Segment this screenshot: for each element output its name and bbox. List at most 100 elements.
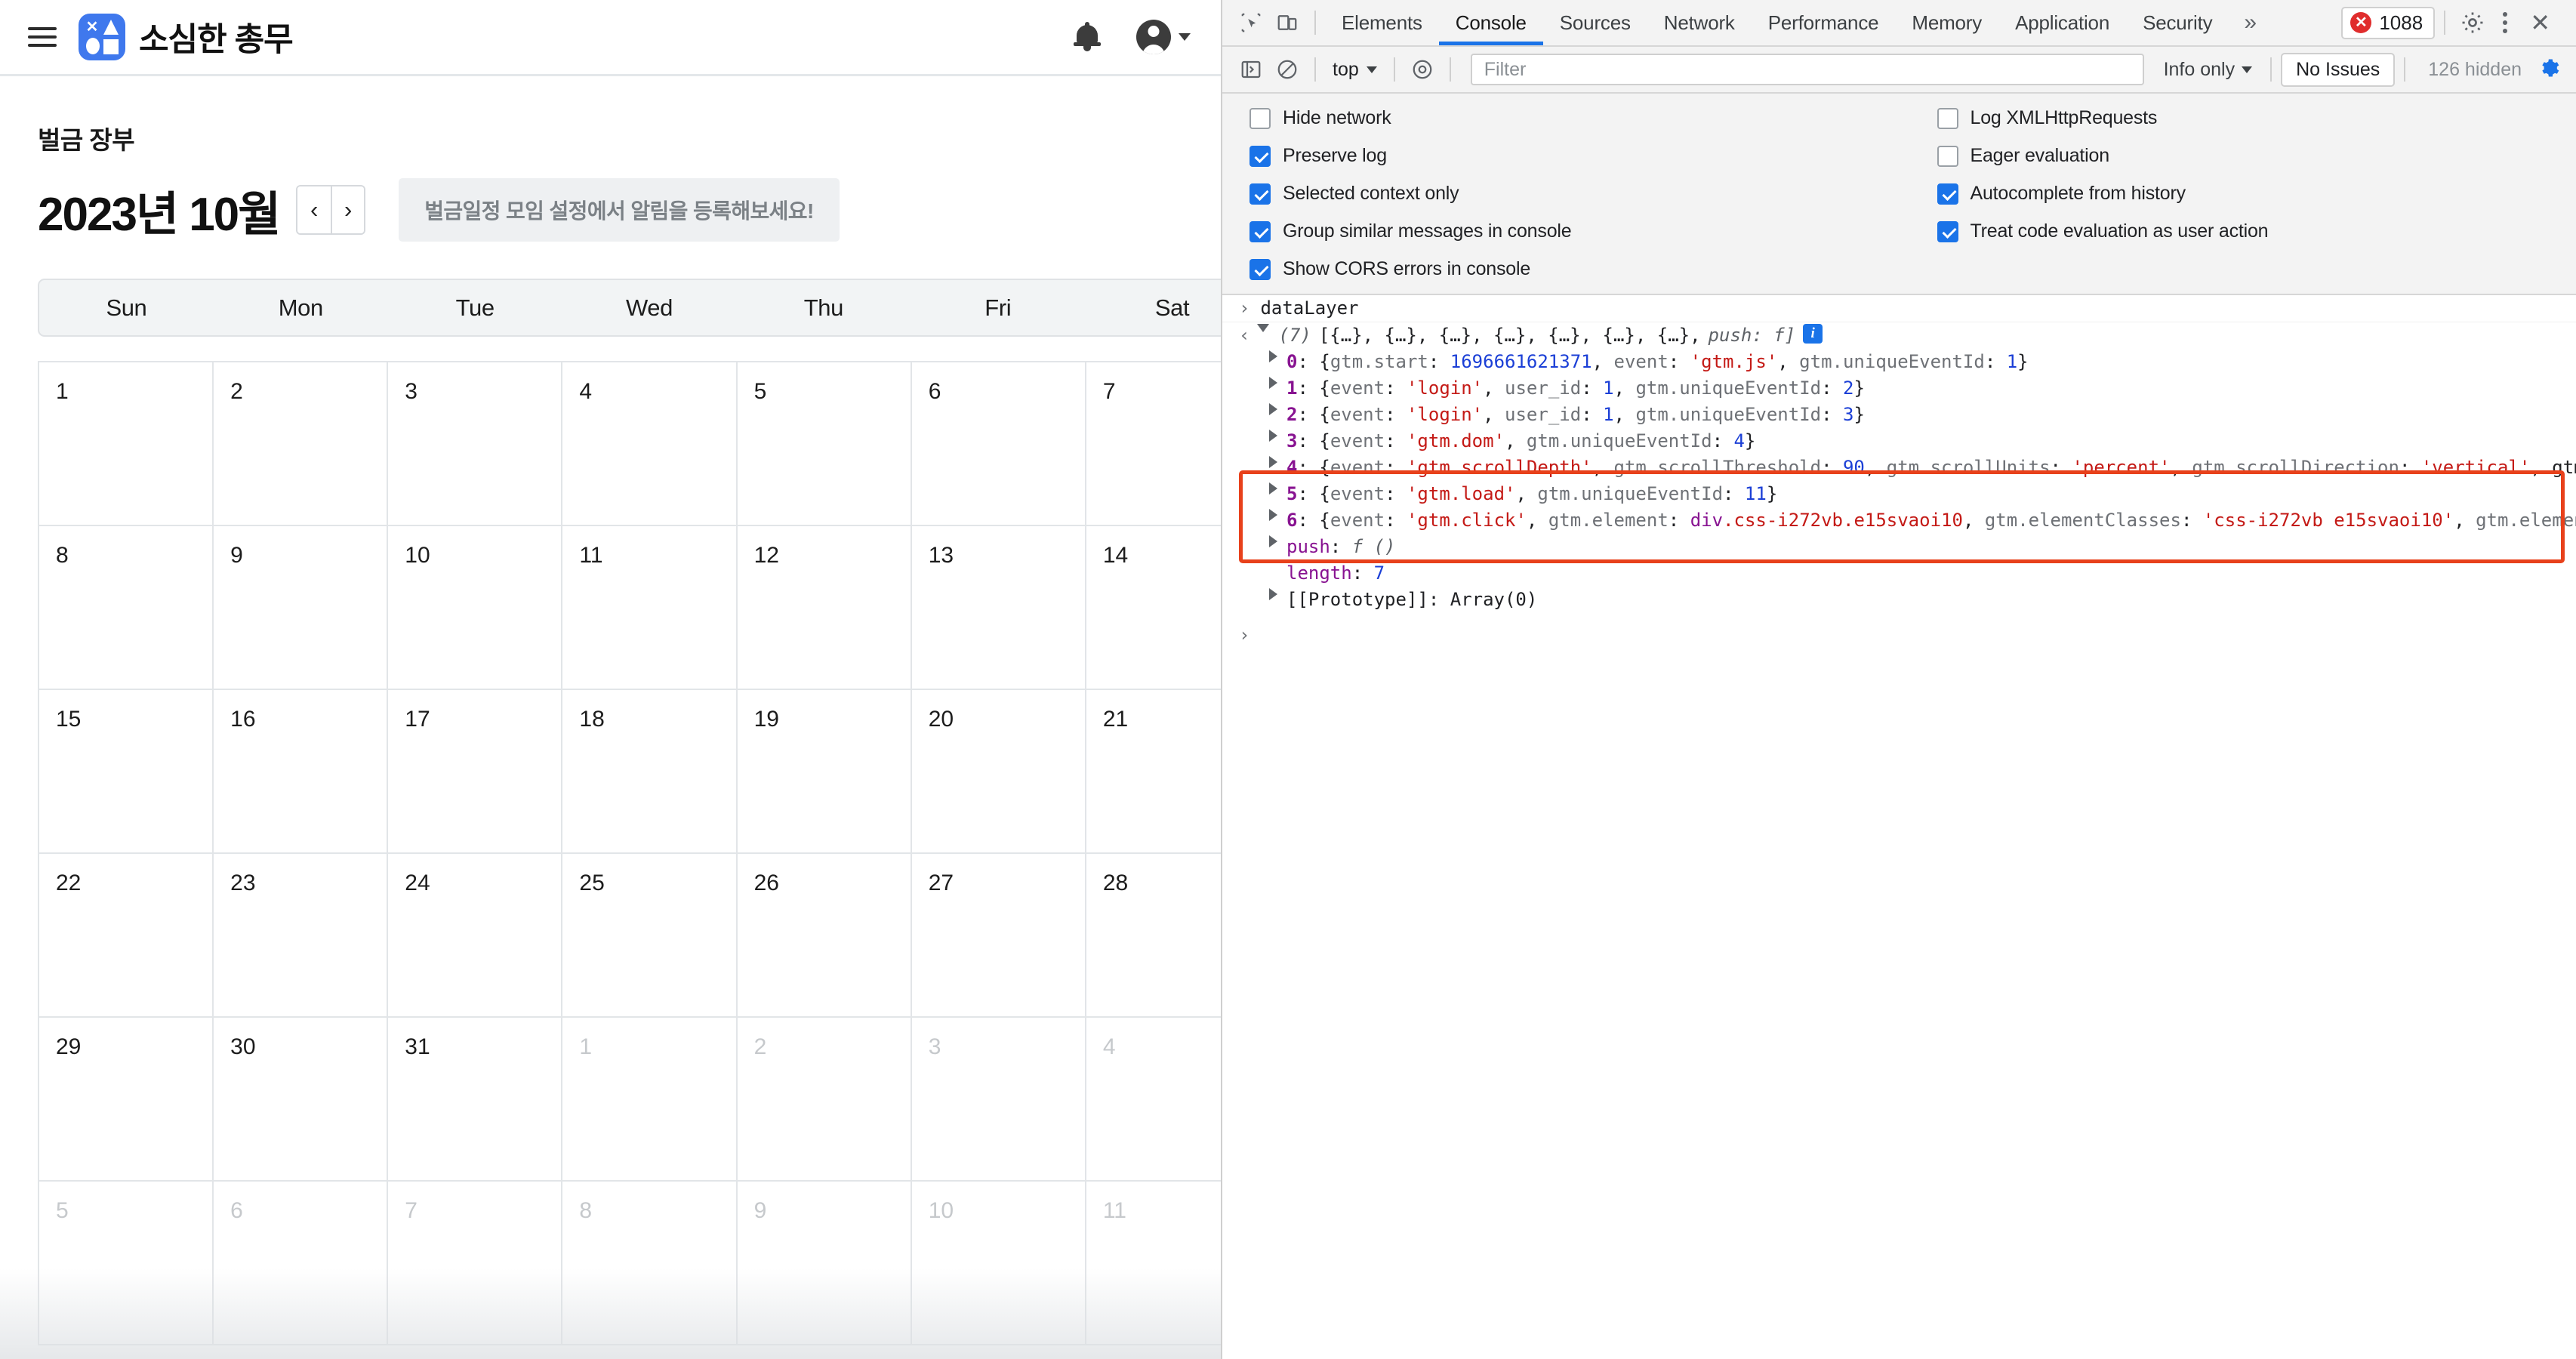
calendar-day-cell[interactable]: 2	[214, 362, 389, 526]
tab-performance[interactable]: Performance	[1752, 0, 1896, 45]
expand-triangle-icon[interactable]	[1269, 403, 1277, 415]
console-filter-input[interactable]	[1470, 54, 2144, 85]
calendar-day-cell[interactable]: 23	[214, 854, 389, 1018]
calendar-day-cell[interactable]: 11	[1086, 1182, 1221, 1345]
calendar-day-cell[interactable]: 16	[214, 690, 389, 854]
expand-triangle-icon[interactable]	[1269, 430, 1277, 442]
more-tabs-icon[interactable]: »	[2229, 10, 2272, 35]
console-array-entry[interactable]: 5: {event: 'gtm.load', gtm.uniqueEventId…	[1222, 481, 2576, 507]
calendar-day-cell[interactable]: 1	[562, 1018, 738, 1182]
console-setting-group-similar-messages-in-console[interactable]: Group similar messages in console	[1249, 220, 1900, 242]
inspect-element-icon[interactable]	[1233, 6, 1269, 39]
calendar-day-cell[interactable]: 5	[737, 362, 912, 526]
console-sidebar-icon[interactable]	[1233, 53, 1269, 86]
tab-network[interactable]: Network	[1647, 0, 1752, 45]
console-setting-show-cors-errors-in-console[interactable]: Show CORS errors in console	[1249, 258, 1900, 280]
tab-console[interactable]: Console	[1439, 0, 1543, 45]
calendar-day-cell[interactable]: 22	[39, 854, 214, 1018]
tab-security[interactable]: Security	[2126, 0, 2229, 45]
calendar-day-cell[interactable]: 9	[737, 1182, 912, 1345]
calendar-day-cell[interactable]: 3	[388, 362, 563, 526]
notice-banner[interactable]: 벌금일정 모임 설정에서 알림을 등록해보세요!	[399, 178, 840, 242]
tab-elements[interactable]: Elements	[1325, 0, 1439, 45]
more-options-icon[interactable]	[2491, 12, 2519, 33]
expand-triangle-icon[interactable]	[1269, 588, 1277, 600]
console-setting-eager-evaluation[interactable]: Eager evaluation	[1937, 145, 2576, 167]
calendar-day-cell[interactable]: 19	[737, 690, 912, 854]
expand-triangle-icon[interactable]	[1269, 535, 1277, 547]
calendar-day-cell[interactable]: 31	[388, 1018, 563, 1182]
checkbox-icon[interactable]	[1249, 220, 1271, 242]
calendar-day-cell[interactable]: 5	[39, 1182, 214, 1345]
expand-triangle-icon[interactable]	[1269, 350, 1277, 362]
calendar-day-cell[interactable]: 21	[1086, 690, 1221, 854]
console-array-entry[interactable]: 6: {event: 'gtm.click', gtm.element: div…	[1222, 507, 2576, 534]
calendar-day-cell[interactable]: 11	[562, 526, 738, 690]
calendar-day-cell[interactable]: 14	[1086, 526, 1221, 690]
checkbox-icon[interactable]	[1249, 107, 1271, 129]
tab-memory[interactable]: Memory	[1895, 0, 1998, 45]
issues-button[interactable]: No Issues	[2281, 52, 2396, 87]
gear-icon[interactable]	[2454, 6, 2491, 39]
calendar-day-cell[interactable]: 9	[214, 526, 389, 690]
calendar-day-cell[interactable]: 3	[911, 1018, 1086, 1182]
calendar-day-cell[interactable]: 13	[911, 526, 1086, 690]
console-setting-log-xmlhttprequests[interactable]: Log XMLHttpRequests	[1937, 107, 2576, 129]
live-expression-icon[interactable]	[1404, 53, 1441, 86]
info-badge-icon[interactable]: i	[1803, 324, 1823, 344]
checkbox-icon[interactable]	[1937, 220, 1958, 242]
checkbox-icon[interactable]	[1937, 107, 1958, 129]
console-array-entry[interactable]: 0: {gtm.start: 1696661621371, event: 'gt…	[1222, 349, 2576, 375]
calendar-day-cell[interactable]: 28	[1086, 854, 1221, 1018]
calendar-day-cell[interactable]: 2	[737, 1018, 912, 1182]
expand-triangle-icon[interactable]	[1257, 324, 1270, 338]
calendar-day-cell[interactable]: 24	[388, 854, 563, 1018]
console-array-entry[interactable]: 3: {event: 'gtm.dom', gtm.uniqueEventId:…	[1222, 428, 2576, 455]
close-icon[interactable]: ✕	[2519, 11, 2561, 35]
calendar-day-cell[interactable]: 18	[562, 690, 738, 854]
calendar-day-cell[interactable]: 17	[388, 690, 563, 854]
calendar-day-cell[interactable]: 4	[1086, 1018, 1221, 1182]
tab-sources[interactable]: Sources	[1543, 0, 1647, 45]
expand-triangle-icon[interactable]	[1269, 482, 1277, 495]
console-setting-treat-code-evaluation-as-user-action[interactable]: Treat code evaluation as user action	[1937, 220, 2576, 242]
calendar-day-cell[interactable]: 6	[214, 1182, 389, 1345]
checkbox-icon[interactable]	[1249, 145, 1271, 167]
calendar-day-cell[interactable]: 8	[562, 1182, 738, 1345]
console-setting-autocomplete-from-history[interactable]: Autocomplete from history	[1937, 183, 2576, 205]
expand-triangle-icon[interactable]	[1269, 509, 1277, 521]
calendar-day-cell[interactable]: 20	[911, 690, 1086, 854]
console-setting-hide-network[interactable]: Hide network	[1249, 107, 1900, 129]
calendar-day-cell[interactable]: 26	[737, 854, 912, 1018]
device-toolbar-icon[interactable]	[1269, 6, 1305, 39]
calendar-day-cell[interactable]: 7	[388, 1182, 563, 1345]
calendar-day-cell[interactable]: 8	[39, 526, 214, 690]
console-output[interactable]: › dataLayer ‹ (7) [{…}, {…}, {…}, {…}, {…	[1222, 295, 2576, 1359]
log-level-selector[interactable]: Info only	[2155, 59, 2262, 81]
console-setting-selected-context-only[interactable]: Selected context only	[1249, 183, 1900, 205]
calendar-day-cell[interactable]: 15	[39, 690, 214, 854]
calendar-day-cell[interactable]: 30	[214, 1018, 389, 1182]
calendar-day-cell[interactable]: 7	[1086, 362, 1221, 526]
calendar-day-cell[interactable]: 25	[562, 854, 738, 1018]
console-array-entry[interactable]: 4: {event: 'gtm.scrollDepth', gtm.scroll…	[1222, 455, 2576, 481]
console-prompt[interactable]: ›	[1222, 613, 2576, 647]
calendar-day-cell[interactable]: 4	[562, 362, 738, 526]
expand-triangle-icon[interactable]	[1269, 456, 1277, 468]
calendar-day-cell[interactable]: 10	[911, 1182, 1086, 1345]
hamburger-menu-icon[interactable]	[26, 24, 59, 50]
console-setting-preserve-log[interactable]: Preserve log	[1249, 145, 1900, 167]
brand[interactable]: ✕ 소심한 총무	[79, 14, 294, 60]
user-menu[interactable]	[1136, 20, 1191, 54]
calendar-day-cell[interactable]: 29	[39, 1018, 214, 1182]
prev-month-button[interactable]: ‹	[297, 186, 331, 233]
calendar-day-cell[interactable]: 12	[737, 526, 912, 690]
calendar-day-cell[interactable]: 27	[911, 854, 1086, 1018]
calendar-day-cell[interactable]: 6	[911, 362, 1086, 526]
checkbox-icon[interactable]	[1937, 145, 1958, 167]
tab-application[interactable]: Application	[1998, 0, 2126, 45]
clear-console-icon[interactable]	[1269, 53, 1305, 86]
expand-triangle-icon[interactable]	[1269, 377, 1277, 389]
console-settings-gear-icon[interactable]	[2535, 55, 2565, 85]
calendar-day-cell[interactable]: 10	[388, 526, 563, 690]
